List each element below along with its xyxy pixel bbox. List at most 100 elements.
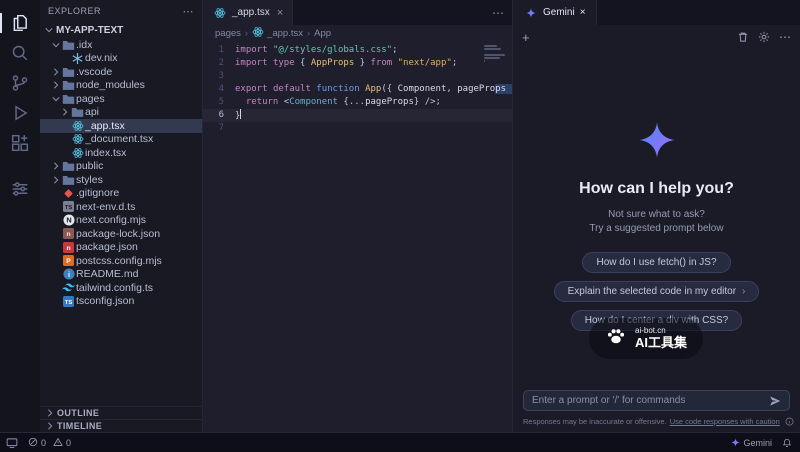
sidebar-more-icon[interactable]: ⋯ <box>183 5 195 18</box>
minimap[interactable] <box>484 45 506 66</box>
sidebar-header: EXPLORER ⋯ <box>40 0 202 22</box>
line-number: 2 <box>203 57 235 70</box>
chevron-right-icon[interactable] <box>60 108 70 116</box>
chevron-right-icon[interactable] <box>51 176 61 184</box>
folder-icon <box>61 39 76 51</box>
file-label: next.config.mjs <box>76 214 146 226</box>
code-line-5[interactable]: 5 return <Component {...pageProps} />; <box>203 96 512 109</box>
code-line-2[interactable]: 2import type { AppProps } from "next/app… <box>203 57 512 70</box>
line-content: export default function App({ Component,… <box>235 83 512 96</box>
tree-item-postcss.config.mjs[interactable]: Ppostcss.config.mjs <box>40 254 202 268</box>
code-line-4[interactable]: 4export default function App({ Component… <box>203 83 512 96</box>
tab-app-tsx[interactable]: _app.tsx × <box>203 0 293 25</box>
problems-indicator[interactable]: 0 0 <box>28 437 71 449</box>
tree-item-.gitignore[interactable]: .gitignore <box>40 187 202 201</box>
project-name: MY-APP-TEXT <box>56 25 123 36</box>
folder-icon <box>61 79 76 91</box>
file-label: package-lock.json <box>76 228 160 240</box>
file-tree: .idxdev.nix.vscodenode_modulespagesapi _a… <box>40 38 202 406</box>
activity-bar <box>0 0 40 432</box>
sidebar-sections: OUTLINETIMELINE <box>40 406 202 432</box>
suggested-prompts: How do I use fetch() in JS? Explain the s… <box>554 252 760 331</box>
suggested-prompt-1[interactable]: How do I use fetch() in JS? <box>582 252 730 273</box>
breadcrumb-App[interactable]: App <box>314 28 331 39</box>
tree-item-_document.tsx[interactable]: _document.tsx <box>40 133 202 147</box>
tree-item-next-env.d.ts[interactable]: TSnext-env.d.ts <box>40 200 202 214</box>
settings-gear-icon[interactable] <box>758 31 770 43</box>
activitybar-run-debug-icon[interactable] <box>0 98 40 128</box>
line-number: 4 <box>203 83 235 96</box>
tree-item-tailwind.config.ts[interactable]: tailwind.config.ts <box>40 281 202 295</box>
chevron-right-icon[interactable] <box>51 162 61 170</box>
project-root[interactable]: MY-APP-TEXT <box>40 22 202 38</box>
tree-item-package.json[interactable]: npackage.json <box>40 241 202 255</box>
activitybar-sliders-icon[interactable] <box>0 174 40 204</box>
section-timeline[interactable]: TIMELINE <box>40 419 202 432</box>
tree-item-.vscode[interactable]: .vscode <box>40 65 202 79</box>
tree-item-api[interactable]: api <box>40 106 202 120</box>
new-chat-button[interactable]: + <box>522 31 530 44</box>
code-line-7[interactable]: 7 <box>203 122 512 135</box>
more-icon[interactable]: ⋯ <box>779 30 791 44</box>
close-icon[interactable]: × <box>277 7 283 19</box>
chevron-down-icon[interactable] <box>51 95 61 103</box>
welcome-subtitle: Not sure what to ask? Try a suggested pr… <box>589 208 723 237</box>
code-editor[interactable]: 1import "@/styles/globals.css";2import t… <box>203 42 512 432</box>
file-label: tailwind.config.ts <box>76 282 153 294</box>
file-label: api <box>85 106 99 118</box>
tree-item-.idx[interactable]: .idx <box>40 38 202 52</box>
svg-text:n: n <box>66 245 70 252</box>
line-number: 1 <box>203 44 235 57</box>
breadcrumb-pages[interactable]: pages <box>215 28 241 39</box>
tree-item-_app.tsx[interactable]: _app.tsx <box>40 119 202 133</box>
react-icon <box>70 147 85 159</box>
file-label: .idx <box>76 39 92 51</box>
activitybar-search-icon[interactable] <box>0 38 40 68</box>
tree-item-package-lock.json[interactable]: npackage-lock.json <box>40 227 202 241</box>
activitybar-source-control-icon[interactable] <box>0 68 40 98</box>
npm-lock-icon: n <box>61 228 76 239</box>
editor-more-icon[interactable]: ⋯ <box>492 0 512 25</box>
tree-item-pages[interactable]: pages <box>40 92 202 106</box>
trash-icon[interactable] <box>737 31 749 43</box>
tree-item-next.config.mjs[interactable]: Nnext.config.mjs <box>40 214 202 228</box>
tree-item-README.md[interactable]: iREADME.md <box>40 268 202 282</box>
tab-gemini[interactable]: Gemini × <box>513 0 597 25</box>
code-lines: 1import "@/styles/globals.css";2import t… <box>203 44 512 135</box>
info-icon[interactable] <box>785 417 794 426</box>
send-icon[interactable] <box>769 395 781 407</box>
code-line-3[interactable]: 3 <box>203 70 512 83</box>
tree-item-node_modules[interactable]: node_modules <box>40 79 202 93</box>
activitybar-extensions-icon[interactable] <box>0 128 40 158</box>
remote-indicator[interactable] <box>6 437 18 449</box>
chevron-right-icon[interactable] <box>51 81 61 89</box>
gemini-status[interactable]: Gemini <box>731 438 772 448</box>
file-label: _app.tsx <box>85 120 125 132</box>
chevron-down-icon[interactable] <box>51 41 61 49</box>
code-line-1[interactable]: 1import "@/styles/globals.css"; <box>203 44 512 57</box>
caution-link[interactable]: Use code responses with caution <box>670 417 780 426</box>
editor-group: _app.tsx × ⋯ pages›_app.tsx›App 1import … <box>203 0 512 432</box>
suggested-prompt-3[interactable]: How do I center a div with CSS? <box>571 310 742 331</box>
bell-icon[interactable] <box>782 438 792 448</box>
npm-icon: n <box>61 242 76 253</box>
file-label: public <box>76 160 103 172</box>
warning-count: 0 <box>66 438 71 448</box>
breadcrumb-_app.tsx[interactable]: _app.tsx <box>252 26 303 41</box>
tree-item-styles[interactable]: styles <box>40 173 202 187</box>
tree-item-index.tsx[interactable]: index.tsx <box>40 146 202 160</box>
tree-item-public[interactable]: public <box>40 160 202 174</box>
close-icon[interactable]: × <box>580 7 586 18</box>
ts-gray-icon: TS <box>61 201 76 212</box>
tree-item-tsconfig.json[interactable]: TStsconfig.json <box>40 295 202 309</box>
chevron-right-icon[interactable] <box>51 68 61 76</box>
file-label: index.tsx <box>85 147 126 159</box>
code-line-6[interactable]: 6} <box>203 109 512 122</box>
tree-item-dev.nix[interactable]: dev.nix <box>40 52 202 66</box>
svg-text:P: P <box>66 258 71 265</box>
prompt-input[interactable] <box>532 395 763 406</box>
suggested-prompt-2[interactable]: Explain the selected code in my editor› <box>554 281 760 302</box>
react-icon <box>252 26 264 41</box>
section-outline[interactable]: OUTLINE <box>40 406 202 419</box>
activitybar-explorer-icon[interactable] <box>0 8 40 38</box>
